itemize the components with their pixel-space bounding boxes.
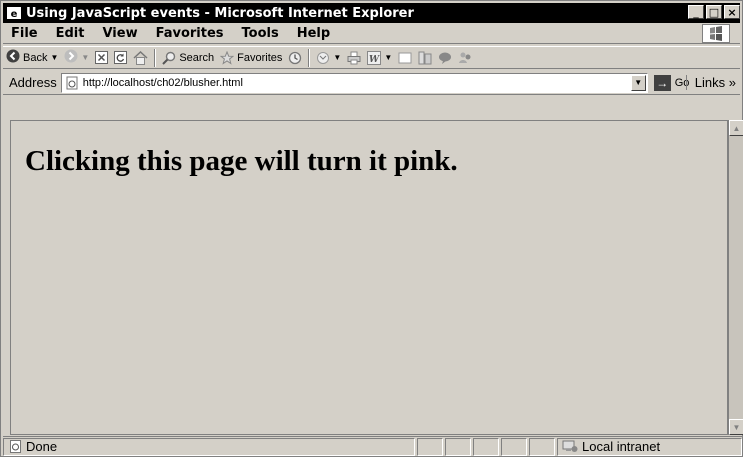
- status-main-panel: Done: [3, 437, 415, 456]
- zone-label: Local intranet: [582, 439, 661, 454]
- favorites-button[interactable]: Favorites: [217, 50, 285, 65]
- close-button[interactable]: ×: [724, 5, 740, 19]
- stop-button[interactable]: [92, 51, 111, 64]
- back-button[interactable]: Back ▼: [3, 49, 61, 66]
- svg-text:e: e: [11, 9, 18, 20]
- menu-edit[interactable]: Edit: [47, 26, 94, 41]
- star-icon: [220, 50, 235, 65]
- ie-icon: e: [6, 5, 22, 21]
- window-controls: _ □ ×: [688, 5, 740, 19]
- address-input[interactable]: http://localhost/ch02/blusher.html ▼: [60, 72, 648, 93]
- menu-tools[interactable]: Tools: [233, 26, 288, 41]
- mail-dropdown-icon[interactable]: ▼: [333, 53, 341, 62]
- status-cell: [445, 437, 471, 456]
- menu-file[interactable]: File: [3, 26, 47, 41]
- menu-bar: File Edit View Favorites Tools Help: [3, 24, 740, 44]
- research-icon: [418, 51, 432, 64]
- menu-favorites[interactable]: Favorites: [147, 26, 233, 41]
- address-bar: Address http://localhost/ch02/blusher.ht…: [3, 71, 740, 95]
- forward-button[interactable]: ▼: [61, 49, 92, 66]
- research-button[interactable]: [415, 51, 435, 65]
- scroll-down-arrow-icon[interactable]: ▼: [729, 419, 743, 435]
- address-url: http://localhost/ch02/blusher.html: [82, 76, 243, 89]
- discuss-icon: [398, 52, 412, 63]
- people-icon: [459, 52, 471, 63]
- home-button[interactable]: [130, 50, 151, 65]
- search-label: Search: [179, 51, 215, 64]
- history-icon: [289, 51, 302, 64]
- back-label: Back: [23, 51, 48, 64]
- address-dropdown-icon[interactable]: ▼: [630, 74, 646, 91]
- tools-extra-button[interactable]: [455, 51, 475, 65]
- vertical-scrollbar[interactable]: ▲ ▼: [728, 120, 743, 435]
- home-icon: [133, 50, 148, 65]
- edit-dropdown-icon[interactable]: ▼: [384, 53, 392, 62]
- minimize-button[interactable]: _: [688, 5, 704, 19]
- address-label: Address: [9, 75, 57, 90]
- windows-logo-icon: [702, 24, 730, 43]
- print-button[interactable]: [344, 51, 364, 65]
- search-icon: [162, 51, 176, 65]
- menu-help[interactable]: Help: [288, 26, 339, 41]
- mail-icon: [317, 51, 330, 64]
- forward-arrow-icon: [64, 49, 78, 66]
- svg-text:W: W: [369, 55, 380, 65]
- back-dropdown-icon[interactable]: ▼: [50, 53, 58, 62]
- status-cell: [529, 437, 555, 456]
- status-bar: Done Local intranet: [3, 436, 742, 456]
- window-title: Using JavaScript events - Microsoft Inte…: [26, 5, 414, 21]
- word-edit-icon: W: [367, 50, 382, 65]
- favorites-label: Favorites: [237, 51, 283, 64]
- browser-window: e Using JavaScript events - Microsoft In…: [0, 0, 743, 457]
- back-arrow-icon: [6, 49, 20, 66]
- menu-view[interactable]: View: [93, 26, 146, 41]
- edit-button[interactable]: W ▼: [364, 50, 395, 65]
- refresh-icon: [114, 51, 128, 64]
- page-icon: [66, 76, 78, 89]
- standard-toolbar: Back ▼ ▼ Search Favorites ▼ W ▼: [3, 46, 740, 69]
- print-icon: [347, 51, 361, 64]
- messenger-button[interactable]: [435, 51, 455, 65]
- history-button[interactable]: [285, 51, 305, 65]
- title-bar[interactable]: e Using JavaScript events - Microsoft In…: [3, 3, 740, 23]
- page-content[interactable]: Clicking this page will turn it pink.: [10, 120, 728, 435]
- forward-dropdown-icon[interactable]: ▼: [81, 53, 89, 62]
- links-toolbar[interactable]: Links »: [685, 75, 736, 90]
- status-cell: [417, 437, 443, 456]
- go-arrow-icon: →: [653, 74, 671, 91]
- mail-button[interactable]: ▼: [313, 51, 344, 65]
- refresh-button[interactable]: [111, 51, 130, 64]
- toolbar-separator: [308, 48, 311, 67]
- page-heading: Clicking this page will turn it pink.: [25, 145, 458, 177]
- search-button[interactable]: Search: [159, 51, 217, 65]
- messenger-icon: [439, 52, 452, 64]
- status-cell: [473, 437, 499, 456]
- toolbar-separator: [154, 48, 157, 67]
- stop-icon: [95, 51, 109, 64]
- status-cell: [501, 437, 527, 456]
- maximize-button[interactable]: □: [706, 5, 722, 19]
- scroll-up-arrow-icon[interactable]: ▲: [729, 120, 743, 136]
- status-text: Done: [26, 439, 58, 454]
- discuss-button[interactable]: [395, 51, 415, 65]
- intranet-icon: [562, 440, 578, 452]
- security-zone[interactable]: Local intranet: [557, 437, 742, 456]
- page-done-icon: [10, 440, 21, 453]
- go-button[interactable]: → Go: [653, 74, 689, 91]
